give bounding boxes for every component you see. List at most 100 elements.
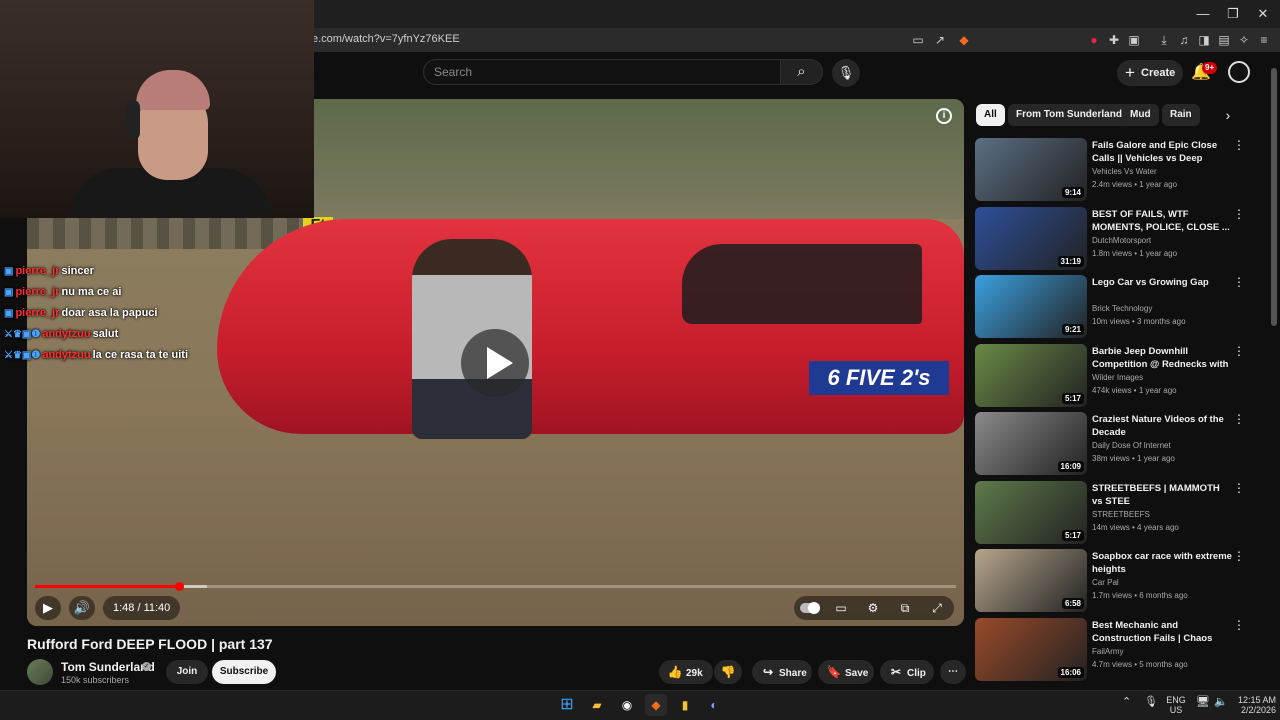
recommendation-title[interactable]: Fails Galore and Epic Close Calls || Veh… xyxy=(1092,139,1232,165)
recommendation-item[interactable]: 9:14 Fails Galore and Epic Close Calls ||… xyxy=(975,138,1265,202)
clock[interactable]: 12:15 AM 2/2/2026 xyxy=(1228,695,1276,715)
menu-icon[interactable]: ≡ xyxy=(1256,32,1272,48)
big-play-button[interactable] xyxy=(461,329,529,397)
mute-button[interactable]: 🔊 xyxy=(69,596,95,620)
puzzle-icon[interactable]: ✚ xyxy=(1106,32,1122,48)
chevron-up-icon[interactable]: ⌃ xyxy=(1122,695,1131,708)
windows-start-icon[interactable]: ⊞ xyxy=(556,694,578,716)
recommendation-title[interactable]: Best Mechanic and Construction Fails | C… xyxy=(1092,619,1232,645)
recommendation-title[interactable]: Soapbox car race with extreme heights xyxy=(1092,550,1232,576)
recommendation-channel[interactable]: Car Pal xyxy=(1092,578,1119,587)
more-vert-icon[interactable]: ⋮ xyxy=(1233,412,1245,426)
subtitles-icon[interactable]: ▭ xyxy=(830,596,852,620)
search-input[interactable]: Search xyxy=(423,59,781,85)
more-vert-icon[interactable]: ⋮ xyxy=(1233,138,1245,152)
recommendation-item[interactable]: 9:21 Lego Car vs Growing Gap Brick Technol… xyxy=(975,275,1265,339)
restore-icon[interactable]: ❐ xyxy=(1218,4,1248,24)
video-thumbnail[interactable]: 5:17 xyxy=(975,480,1087,544)
minimize-icon[interactable]: — xyxy=(1188,4,1218,24)
more-actions-button[interactable]: ⋯ xyxy=(940,660,966,684)
fullscreen-icon[interactable]: ⤢ xyxy=(926,596,948,620)
network-icon[interactable]: 🖥 xyxy=(1196,695,1210,708)
recommendation-title[interactable]: Craziest Nature Videos of the Decade xyxy=(1092,413,1232,439)
recommendation-channel[interactable]: Wilder Images xyxy=(1092,373,1143,382)
extension-icon[interactable]: ● xyxy=(1086,32,1102,48)
video-thumbnail[interactable]: 9:14 xyxy=(975,138,1087,201)
brave-browser-icon[interactable]: ◆ xyxy=(645,694,667,716)
more-vert-icon[interactable]: ⋮ xyxy=(1233,618,1245,632)
chip-rain[interactable]: Rain xyxy=(1162,104,1200,126)
recommendation-channel[interactable]: Daily Dose Of Internet xyxy=(1092,441,1171,450)
brave-shield-icon[interactable]: ◆ xyxy=(956,32,972,48)
subscribe-button[interactable]: Subscribe xyxy=(212,660,276,684)
recommendation-channel[interactable]: DutchMotorsport xyxy=(1092,236,1151,245)
create-button[interactable]: + Create xyxy=(1117,60,1183,86)
close-icon[interactable]: ✕ xyxy=(1248,4,1278,24)
video-thumbnail[interactable]: 31:19 xyxy=(975,206,1087,270)
search-button[interactable]: ⌕ xyxy=(781,59,823,85)
more-vert-icon[interactable]: ⋮ xyxy=(1233,481,1245,495)
recommendation-title[interactable]: STREETBEEFS | MAMMOTH vs STEE xyxy=(1092,482,1232,508)
recommendation-title[interactable]: Lego Car vs Growing Gap xyxy=(1092,276,1232,289)
recommendation-channel[interactable]: STREETBEEFS xyxy=(1092,510,1150,519)
video-thumbnail[interactable]: 16:09 xyxy=(975,412,1087,475)
speaker-icon[interactable]: 🔈 xyxy=(1214,695,1228,708)
file-explorer-icon[interactable]: ▰ xyxy=(586,694,608,716)
info-icon[interactable]: i xyxy=(936,108,952,124)
recommendation-item[interactable]: 16:09 Craziest Nature Videos of the Decad… xyxy=(975,412,1265,476)
duration-badge: 5:17 xyxy=(1061,529,1084,541)
sidebar-toggle-icon[interactable]: ▣ xyxy=(1126,32,1142,48)
chip-all[interactable]: All xyxy=(976,104,1005,126)
dislike-button[interactable]: 👎 xyxy=(714,660,742,684)
clip-button[interactable]: ✂ Clip xyxy=(880,660,934,684)
account-avatar[interactable] xyxy=(1228,61,1250,83)
cast-icon[interactable]: ▭ xyxy=(910,32,926,48)
recommendation-item[interactable]: 16:06 Best Mechanic and Construction Fail… xyxy=(975,617,1265,682)
voice-search-button[interactable]: 🎙 xyxy=(832,59,860,87)
obs-icon[interactable]: ◉ xyxy=(616,694,638,716)
recommendation-item[interactable]: 6:58 Soapbox car race with extreme height… xyxy=(975,549,1265,613)
app-icon[interactable]: ▮ xyxy=(674,694,696,716)
recommendation-channel[interactable]: Vehicles Vs Water xyxy=(1092,167,1157,176)
recommendation-item[interactable]: 5:17 Barbie Jeep Downhill Competition @ R… xyxy=(975,343,1265,408)
chip-mud[interactable]: Mud xyxy=(1122,104,1159,126)
microphone-tray-icon[interactable]: 🎙 xyxy=(1144,695,1158,708)
discord-icon[interactable]: ◐ xyxy=(703,694,725,716)
settings-icon[interactable]: ⚙ xyxy=(862,596,884,620)
more-vert-icon[interactable]: ⋮ xyxy=(1233,344,1245,358)
recommendation-item[interactable]: 31:19 BEST OF FAILS, WTF MOMENTS, POLICE,… xyxy=(975,206,1265,271)
progress-scrubber[interactable] xyxy=(174,582,184,591)
language-indicator[interactable]: ENG US xyxy=(1164,695,1188,715)
panel-icon[interactable]: ◨ xyxy=(1196,32,1212,48)
autoplay-toggle[interactable] xyxy=(800,602,820,614)
save-button[interactable]: 🔖 Save xyxy=(818,660,874,684)
chip-from-channel[interactable]: From Tom Sunderland xyxy=(1008,104,1130,126)
download-icon[interactable]: ⤓ xyxy=(1156,32,1172,48)
video-thumbnail[interactable]: 6:58 xyxy=(975,549,1087,612)
music-icon[interactable]: ♫ xyxy=(1176,32,1192,48)
channel-name[interactable]: Tom Sunderland xyxy=(61,660,155,674)
url-text[interactable]: e.com/watch?v=7yfnYz76KEE xyxy=(312,33,460,45)
scrollbar[interactable] xyxy=(1271,68,1277,326)
channel-avatar[interactable] xyxy=(27,659,53,685)
leo-ai-icon[interactable]: ✧ xyxy=(1236,32,1252,48)
video-thumbnail[interactable]: 9:21 xyxy=(975,275,1087,338)
like-button[interactable]: 👍 29k xyxy=(659,660,713,684)
play-button[interactable]: ▶ xyxy=(35,596,61,620)
more-vert-icon[interactable]: ⋮ xyxy=(1233,549,1245,563)
more-vert-icon[interactable]: ⋮ xyxy=(1233,275,1245,289)
miniplayer-icon[interactable]: ⧉ xyxy=(894,596,916,620)
join-button[interactable]: Join xyxy=(166,660,208,684)
share-button[interactable]: ↪ Share xyxy=(752,660,812,684)
recommendation-title[interactable]: BEST OF FAILS, WTF MOMENTS, POLICE, CLOS… xyxy=(1092,208,1232,234)
share-page-icon[interactable]: ↗ xyxy=(932,32,948,48)
recommendation-channel[interactable]: FailArmy xyxy=(1092,647,1124,656)
recommendation-title[interactable]: Barbie Jeep Downhill Competition @ Redne… xyxy=(1092,345,1232,371)
video-thumbnail[interactable]: 5:17 xyxy=(975,343,1087,407)
recommendation-channel[interactable]: Brick Technology xyxy=(1092,304,1152,313)
recommendation-item[interactable]: 5:17 STREETBEEFS | MAMMOTH vs STEE STREETB… xyxy=(975,480,1265,545)
video-thumbnail[interactable]: 16:06 xyxy=(975,617,1087,681)
more-vert-icon[interactable]: ⋮ xyxy=(1233,207,1245,221)
wallet-icon[interactable]: ▤ xyxy=(1216,32,1232,48)
chevron-right-icon[interactable]: › xyxy=(1218,104,1238,126)
